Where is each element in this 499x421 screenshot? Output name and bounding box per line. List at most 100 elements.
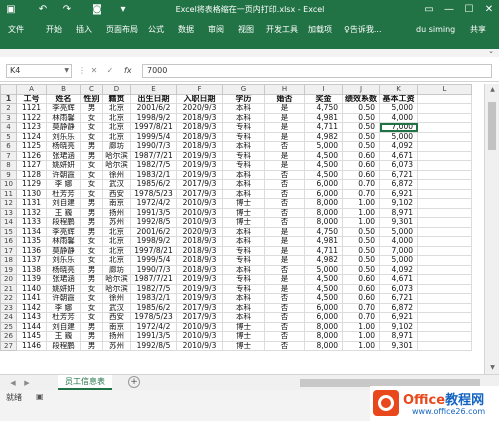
scroll-down-icon[interactable]: ▼ <box>485 364 499 371</box>
cell[interactable]: 0.60 <box>342 150 380 161</box>
cell[interactable]: 北京 <box>102 226 131 237</box>
row-header[interactable]: 13 <box>0 207 17 218</box>
cell[interactable]: 是 <box>264 150 305 161</box>
cell[interactable]: 苏州 <box>102 340 131 351</box>
cell[interactable]: 是 <box>264 274 305 285</box>
cell[interactable]: 4,092 <box>379 264 418 275</box>
cell[interactable]: 张珺涵 <box>46 150 81 161</box>
cell[interactable]: 2019/9/3 <box>176 169 223 180</box>
cell[interactable]: 2020/9/3 <box>176 103 223 114</box>
cell[interactable]: 女 <box>80 312 103 323</box>
cell[interactable]: 4,092 <box>379 141 418 152</box>
cell[interactable]: 6,921 <box>379 312 418 323</box>
cell[interactable] <box>417 207 472 218</box>
cell[interactable]: 9,301 <box>379 217 418 228</box>
column-header[interactable]: G <box>222 84 265 95</box>
cell[interactable]: 0.50 <box>342 245 380 256</box>
cell[interactable]: 否 <box>264 312 305 323</box>
row-header[interactable]: 12 <box>0 198 17 209</box>
cell[interactable]: 9,102 <box>379 198 418 209</box>
cell[interactable]: 2001/6/2 <box>130 226 177 237</box>
cell[interactable]: 否 <box>264 141 305 152</box>
column-header[interactable]: H <box>264 84 305 95</box>
cell[interactable]: 0.60 <box>342 169 380 180</box>
cell[interactable]: 0.50 <box>342 131 380 142</box>
cell[interactable]: 4,750 <box>304 103 343 114</box>
column-header[interactable]: J <box>342 84 380 95</box>
cell[interactable]: 5,000 <box>304 264 343 275</box>
column-header[interactable]: C <box>80 84 103 95</box>
row-header[interactable]: 24 <box>0 312 17 323</box>
cell[interactable]: 1991/3/5 <box>130 207 177 218</box>
cell[interactable]: 西安 <box>102 188 131 199</box>
cell[interactable]: 北京 <box>102 103 131 114</box>
cell[interactable]: 2010/9/3 <box>176 198 223 209</box>
cell[interactable]: 北京 <box>102 236 131 247</box>
cell[interactable]: 博士 <box>222 217 265 228</box>
cell[interactable]: 2019/9/3 <box>176 150 223 161</box>
vertical-scrollbar[interactable]: ▲ ▼ <box>484 84 499 374</box>
save-icon[interactable]: ▣ <box>4 2 18 17</box>
cell[interactable]: 籍贯 <box>102 93 131 104</box>
cell[interactable]: 否 <box>264 293 305 304</box>
scroll-up-icon[interactable]: ▲ <box>485 86 499 93</box>
cell[interactable]: 南京 <box>102 321 131 332</box>
tab-insert[interactable]: 插入 <box>76 23 92 37</box>
row-header[interactable]: 20 <box>0 274 17 285</box>
share-button[interactable]: 共享 <box>470 23 486 37</box>
cell[interactable]: 杜芳芳 <box>46 312 81 323</box>
cell[interactable] <box>417 331 472 342</box>
cell[interactable] <box>417 141 472 152</box>
cell[interactable]: 2018/9/3 <box>176 255 223 266</box>
cell[interactable]: 女 <box>80 283 103 294</box>
row-header[interactable]: 26 <box>0 331 17 342</box>
cell[interactable]: 6,921 <box>379 188 418 199</box>
cell[interactable]: 男 <box>80 321 103 332</box>
cell[interactable]: 2017/9/3 <box>176 188 223 199</box>
cell[interactable]: 5,000 <box>379 103 418 114</box>
cell[interactable]: 1.00 <box>342 217 380 228</box>
cell[interactable]: 1129 <box>16 179 47 190</box>
cell[interactable]: 否 <box>264 198 305 209</box>
cell[interactable]: 女 <box>80 179 103 190</box>
cell[interactable]: 1999/5/4 <box>130 131 177 142</box>
cell[interactable]: 1125 <box>16 141 47 152</box>
row-header[interactable]: 16 <box>0 236 17 247</box>
cell[interactable]: 否 <box>264 340 305 351</box>
cell[interactable]: 0.50 <box>342 141 380 152</box>
cell[interactable]: 1987/7/21 <box>130 274 177 285</box>
cell[interactable]: 6,721 <box>379 293 418 304</box>
worksheet-grid[interactable]: A B C D E F G H I J K L 1 工号 姓名 性别 籍贯 出生日期 入职日期 学历 婚否 奖金 绩效系数基… <box>0 84 484 374</box>
cell[interactable]: 专科 <box>222 283 265 294</box>
cell[interactable]: 男 <box>80 274 103 285</box>
undo-icon[interactable]: ↶ <box>36 2 50 17</box>
cell[interactable]: 2018/9/3 <box>176 131 223 142</box>
cell[interactable]: 博士 <box>222 331 265 342</box>
cell[interactable]: 男 <box>80 150 103 161</box>
cell[interactable]: 8,971 <box>379 207 418 218</box>
row-header[interactable]: 21 <box>0 283 17 294</box>
cell[interactable]: 2010/9/3 <box>176 340 223 351</box>
cell[interactable]: 1143 <box>16 312 47 323</box>
cell[interactable] <box>417 169 472 180</box>
cell[interactable] <box>417 93 472 104</box>
cell[interactable]: 1141 <box>16 293 47 304</box>
cell[interactable]: 6,000 <box>304 312 343 323</box>
row-header[interactable]: 1 <box>0 93 17 104</box>
cell[interactable]: 女 <box>80 131 103 142</box>
cell[interactable]: 4,982 <box>304 255 343 266</box>
cell[interactable]: 1140 <box>16 283 47 294</box>
cell[interactable]: 徐州 <box>102 169 131 180</box>
cell[interactable]: 1992/8/5 <box>130 340 177 351</box>
cell[interactable]: 7,000 <box>379 245 418 256</box>
cell[interactable]: 2010/9/3 <box>176 207 223 218</box>
cell[interactable]: 0.70 <box>342 179 380 190</box>
cell[interactable]: 1134 <box>16 226 47 237</box>
cell[interactable]: 专科 <box>222 122 265 133</box>
maximize-icon[interactable]: ☐ <box>460 0 478 19</box>
cell[interactable]: 1972/4/2 <box>130 321 177 332</box>
cell[interactable]: 4,500 <box>304 150 343 161</box>
row-header[interactable]: 25 <box>0 321 17 332</box>
camera-icon[interactable]: ◙ <box>90 2 104 17</box>
cell[interactable]: 博士 <box>222 321 265 332</box>
